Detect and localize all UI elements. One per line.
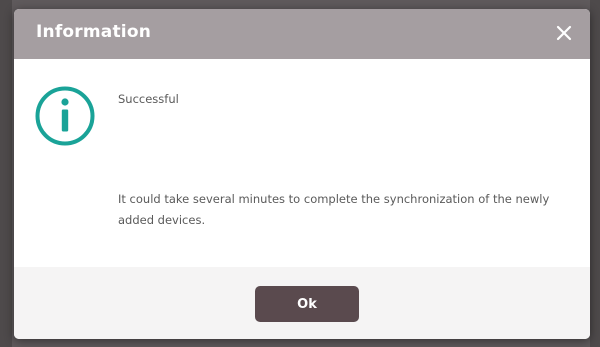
close-icon bbox=[556, 25, 572, 41]
dialog-title: Information bbox=[36, 22, 152, 42]
dialog-header: Information bbox=[14, 9, 590, 59]
dialog-footer: Ok bbox=[14, 267, 590, 339]
close-button[interactable] bbox=[552, 21, 576, 45]
info-circle-icon bbox=[35, 86, 95, 146]
backdrop-right bbox=[590, 0, 600, 347]
message-detail: It could take several minutes to complet… bbox=[118, 192, 550, 227]
dialog-body: Successful It could take several minutes… bbox=[14, 59, 590, 267]
message-title: Successful bbox=[118, 92, 179, 106]
ok-button[interactable]: Ok bbox=[255, 286, 359, 322]
backdrop-left bbox=[0, 0, 12, 347]
information-dialog: Information Successful It could take sev… bbox=[14, 9, 590, 339]
